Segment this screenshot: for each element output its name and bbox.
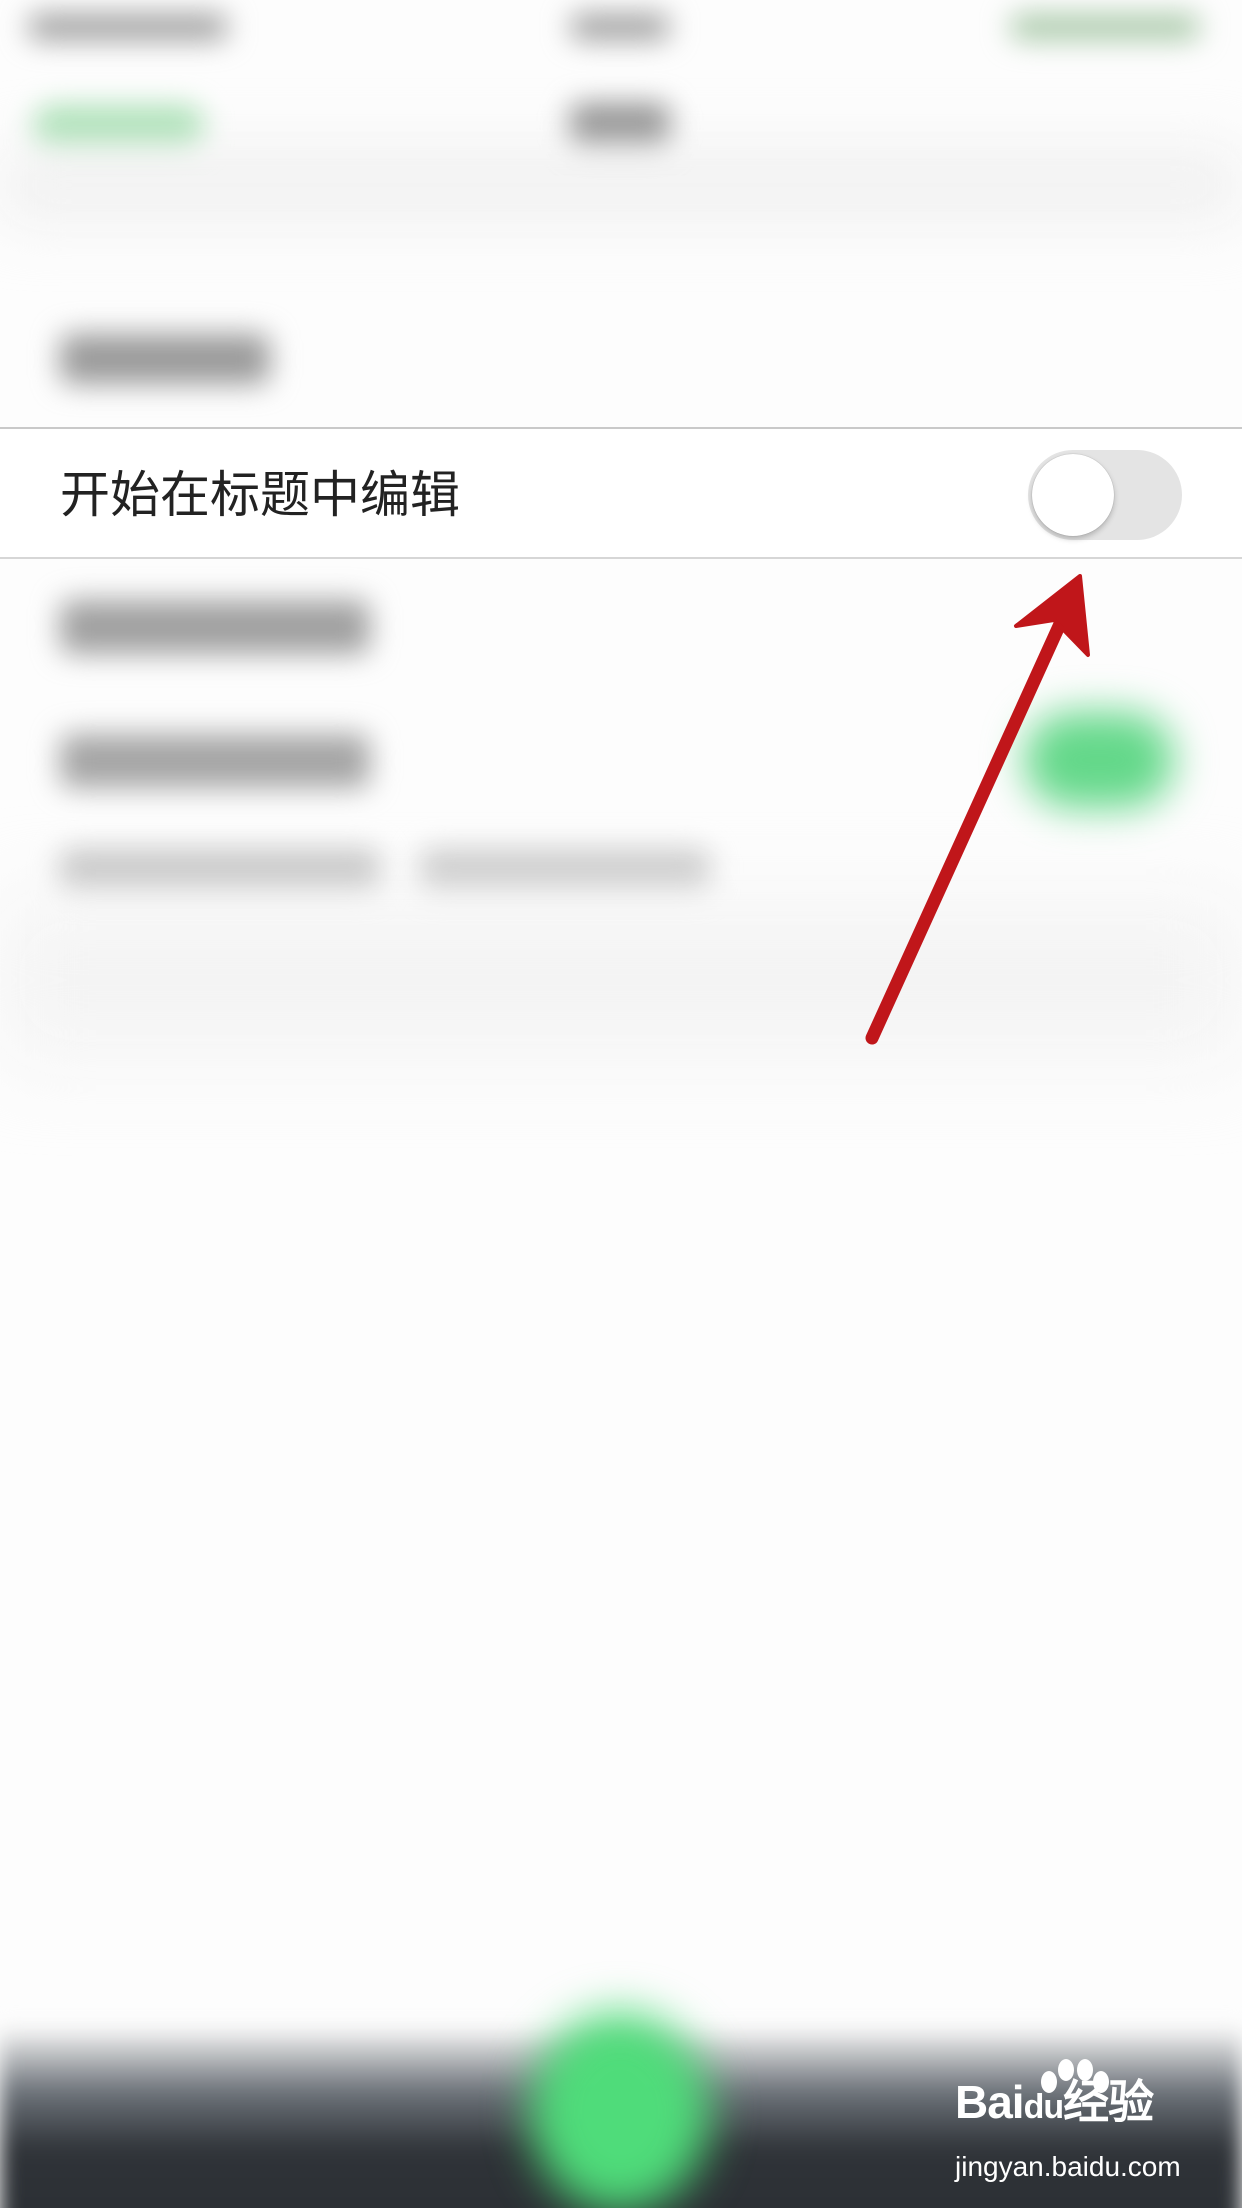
watermark-url: jingyan.baidu.com (955, 2151, 1181, 2182)
annotation-arrow-icon (865, 574, 1090, 1045)
settings-screen: 开始在标题中编辑 Baidu经验 jingyan.baidu.com (0, 0, 1242, 2208)
watermark: Baidu经验 jingyan.baidu.com (955, 2059, 1225, 2192)
watermark-brand: Baidu经验 (955, 2076, 1154, 2128)
